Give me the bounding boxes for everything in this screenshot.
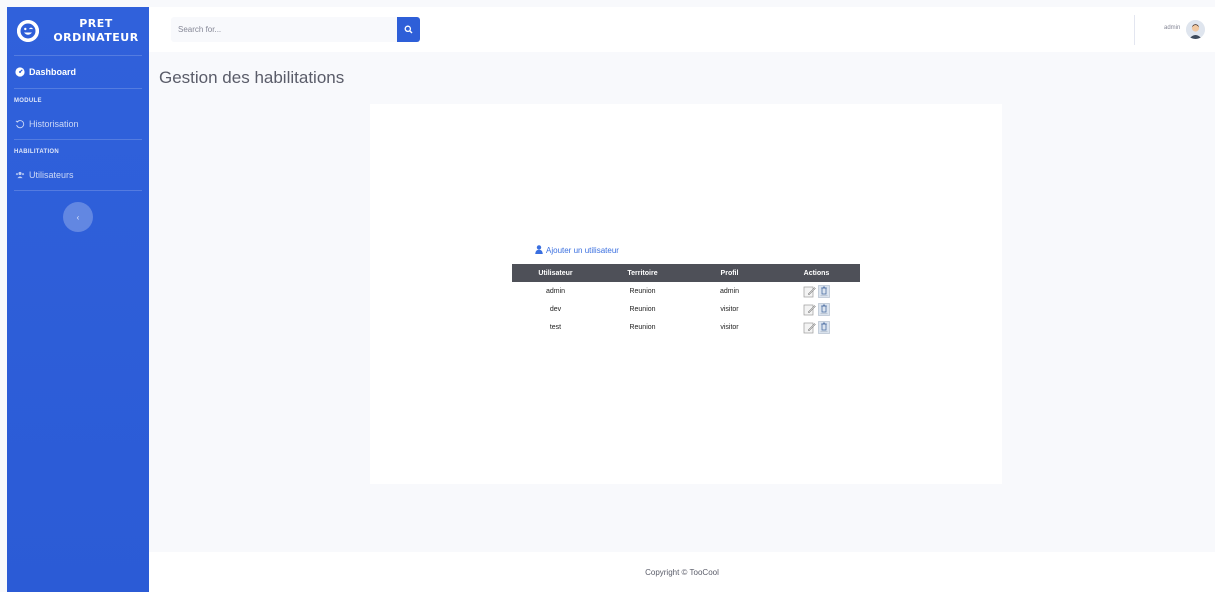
tachometer-icon [15, 67, 25, 77]
table-row: admin Reunion admin [512, 282, 860, 300]
search-input[interactable]: Search for... [171, 17, 397, 42]
copyright-text: Copyright © TooCool [645, 567, 719, 577]
page-title: Gestion des habilitations [159, 68, 345, 87]
column-header-actions: Actions [803, 269, 830, 277]
cell-territoire: Reunion [629, 305, 656, 313]
cell-profil: admin [719, 287, 740, 295]
sidebar-item-dashboard[interactable]: Dashboard [7, 56, 149, 88]
user-avatar-icon [1186, 20, 1205, 39]
cell-actions [773, 282, 860, 300]
search-button[interactable] [397, 17, 420, 42]
topbar: Search for... admin [149, 7, 1215, 52]
footer: Copyright © TooCool [149, 552, 1215, 592]
column-header-territoire: Territoire [627, 269, 658, 277]
search-icon [404, 21, 413, 39]
sidebar-item-label: Dashboard [29, 67, 77, 77]
sidebar-toggle-button[interactable]: ‹ [63, 202, 93, 232]
cell-territoire: Reunion [629, 323, 656, 331]
edit-icon[interactable] [803, 285, 816, 298]
avatar[interactable] [1186, 20, 1205, 39]
sidebar-brand[interactable]: PRET ORDINATEUR [7, 7, 149, 55]
cell-utilisateur: dev [549, 305, 562, 313]
sidebar-item-utilisateurs[interactable]: Utilisateurs [7, 160, 149, 190]
delete-icon[interactable] [818, 284, 830, 298]
cell-territoire: Reunion [629, 287, 656, 295]
delete-icon[interactable] [818, 320, 830, 334]
sidebar-item-label: Utilisateurs [29, 170, 74, 180]
user-name[interactable]: admin [1164, 25, 1180, 31]
add-user-link[interactable]: Ajouter un utilisateur [535, 245, 619, 256]
brand-line1: PRET [79, 17, 113, 30]
cell-actions [773, 300, 860, 318]
column-header-profil: Profil [720, 269, 739, 277]
table-row: test Reunion visitor [512, 318, 860, 336]
cell-utilisateur: admin [545, 287, 566, 295]
history-icon [15, 119, 25, 129]
table-row: dev Reunion visitor [512, 300, 860, 318]
brand-line2: ORDINATEUR [53, 31, 139, 44]
laugh-wink-icon [17, 20, 39, 42]
users-icon [15, 170, 25, 180]
sidebar-item-label: Historisation [29, 119, 79, 129]
sidebar-heading-module: MODULE [14, 98, 42, 104]
edit-icon[interactable] [803, 321, 816, 334]
add-user-label: Ajouter un utilisateur [546, 246, 619, 255]
edit-icon[interactable] [803, 303, 816, 316]
user-icon [535, 245, 543, 256]
topbar-divider [1134, 15, 1135, 45]
users-table: Utilisateur Territoire Profil Actions ad… [512, 264, 860, 336]
column-header-utilisateur: Utilisateur [538, 269, 573, 277]
sidebar-divider [14, 190, 142, 191]
chevron-left-icon: ‹ [76, 212, 80, 222]
sidebar: PRET ORDINATEUR Dashboard MODULE Histori… [7, 7, 149, 592]
delete-icon[interactable] [818, 302, 830, 316]
cell-profil: visitor [720, 305, 739, 313]
cell-profil: visitor [720, 323, 739, 331]
cell-utilisateur: test [549, 323, 562, 331]
table-header-row: Utilisateur Territoire Profil Actions [512, 264, 860, 282]
cell-actions [773, 318, 860, 336]
sidebar-heading-habilitation: HABILITATION [14, 149, 60, 155]
sidebar-item-historisation[interactable]: Historisation [7, 109, 149, 139]
